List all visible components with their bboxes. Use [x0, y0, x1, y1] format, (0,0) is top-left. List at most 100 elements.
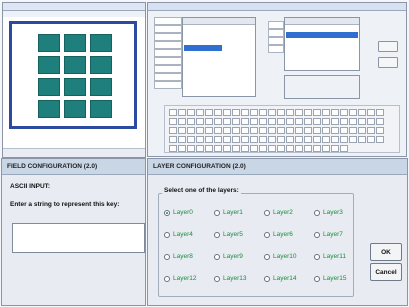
config-field[interactable]	[154, 73, 182, 81]
keyboard-key[interactable]	[304, 118, 312, 125]
keyboard-key[interactable]	[340, 118, 348, 125]
keyboard-key[interactable]	[214, 118, 222, 125]
selected-row[interactable]	[286, 32, 358, 38]
keyboard-key[interactable]	[241, 136, 249, 143]
layer-option[interactable]: Layer8	[164, 253, 193, 260]
keyboard-key[interactable]	[169, 118, 177, 125]
config-field[interactable]	[154, 41, 182, 49]
config-field[interactable]	[154, 81, 182, 89]
keyboard-key[interactable]	[322, 136, 330, 143]
keyboard-key[interactable]	[268, 109, 276, 116]
config-field[interactable]	[154, 25, 182, 33]
keyboard-key[interactable]	[214, 136, 222, 143]
key-tile[interactable]	[64, 78, 86, 96]
keyboard-key[interactable]	[358, 109, 366, 116]
keyboard-key[interactable]	[313, 136, 321, 143]
config-field[interactable]	[268, 37, 284, 45]
config-field[interactable]	[268, 21, 284, 29]
keyboard-key[interactable]	[232, 127, 240, 134]
layer-option[interactable]: Layer2	[264, 209, 293, 216]
radio-button[interactable]	[264, 209, 270, 216]
radio-button[interactable]	[314, 275, 320, 282]
keyboard-key[interactable]	[349, 127, 357, 134]
keyboard-key[interactable]	[277, 118, 285, 125]
keyboard-key[interactable]	[214, 109, 222, 116]
keyboard-key[interactable]	[340, 127, 348, 134]
keyboard-key[interactable]	[304, 127, 312, 134]
key-tile[interactable]	[64, 100, 86, 118]
config-field[interactable]	[268, 29, 284, 37]
keyboard-key[interactable]	[322, 118, 330, 125]
keyboard-key[interactable]	[187, 109, 195, 116]
keyboard-key[interactable]	[268, 127, 276, 134]
keyboard-key[interactable]	[286, 136, 294, 143]
keyboard-key[interactable]	[349, 118, 357, 125]
side-button[interactable]	[378, 41, 398, 52]
keyboard-key[interactable]	[250, 136, 258, 143]
keyboard-key[interactable]	[250, 127, 258, 134]
keyboard-key[interactable]	[322, 127, 330, 134]
keyboard-key[interactable]	[196, 145, 204, 152]
keyboard-key[interactable]	[187, 145, 195, 152]
keyboard-key[interactable]	[367, 136, 375, 143]
keyboard-key[interactable]	[187, 136, 195, 143]
keyboard-key[interactable]	[358, 118, 366, 125]
keyboard-key[interactable]	[349, 136, 357, 143]
ok-button[interactable]: OK	[370, 243, 402, 261]
keyboard-key[interactable]	[250, 109, 258, 116]
keyboard-key[interactable]	[376, 118, 384, 125]
keyboard-key[interactable]	[250, 145, 258, 152]
key-tile[interactable]	[90, 34, 112, 52]
key-tile[interactable]	[90, 100, 112, 118]
keyboard-key[interactable]	[169, 109, 177, 116]
keyboard-key[interactable]	[187, 127, 195, 134]
radio-button[interactable]	[214, 253, 220, 260]
keyboard-key[interactable]	[313, 118, 321, 125]
radio-button[interactable]	[214, 231, 220, 238]
keyboard-key[interactable]	[304, 109, 312, 116]
keyboard-key[interactable]	[268, 136, 276, 143]
keyboard-key[interactable]	[331, 145, 339, 152]
keyboard-key[interactable]	[196, 109, 204, 116]
config-field[interactable]	[154, 65, 182, 73]
key-tile[interactable]	[90, 78, 112, 96]
layer-option[interactable]: Layer5	[214, 231, 243, 238]
keyboard-key[interactable]	[295, 136, 303, 143]
keyboard-key[interactable]	[286, 127, 294, 134]
key-tile[interactable]	[38, 34, 60, 52]
keyboard-key[interactable]	[340, 109, 348, 116]
key-tile[interactable]	[64, 34, 86, 52]
layer-option[interactable]: Layer0	[164, 209, 193, 216]
radio-button[interactable]	[314, 231, 320, 238]
keyboard-key[interactable]	[241, 109, 249, 116]
key-tile[interactable]	[90, 56, 112, 74]
keyboard-key[interactable]	[349, 109, 357, 116]
keyboard-key[interactable]	[367, 127, 375, 134]
config-field[interactable]	[154, 33, 182, 41]
keyboard-key[interactable]	[331, 136, 339, 143]
keyboard-key[interactable]	[178, 136, 186, 143]
keyboard-key[interactable]	[205, 145, 213, 152]
layer-option[interactable]: Layer1	[214, 209, 243, 216]
key-tile[interactable]	[64, 56, 86, 74]
layer-option[interactable]: Layer12	[164, 275, 197, 282]
config-field[interactable]	[154, 57, 182, 65]
radio-button[interactable]	[164, 253, 170, 260]
keyboard-key[interactable]	[322, 145, 330, 152]
radio-button[interactable]	[214, 209, 220, 216]
ascii-string-input[interactable]	[12, 223, 145, 253]
keyboard-key[interactable]	[178, 109, 186, 116]
keyboard-key[interactable]	[286, 145, 294, 152]
keyboard-key[interactable]	[358, 136, 366, 143]
keyboard-key[interactable]	[205, 109, 213, 116]
keyboard-key[interactable]	[223, 109, 231, 116]
layer-option[interactable]: Layer6	[264, 231, 293, 238]
key-tile[interactable]	[38, 100, 60, 118]
layer-option[interactable]: Layer15	[314, 275, 347, 282]
keyboard-key[interactable]	[286, 109, 294, 116]
keyboard-key[interactable]	[241, 118, 249, 125]
keyboard-key[interactable]	[178, 145, 186, 152]
radio-button[interactable]	[264, 231, 270, 238]
keyboard-key[interactable]	[196, 118, 204, 125]
radio-button[interactable]	[264, 253, 270, 260]
